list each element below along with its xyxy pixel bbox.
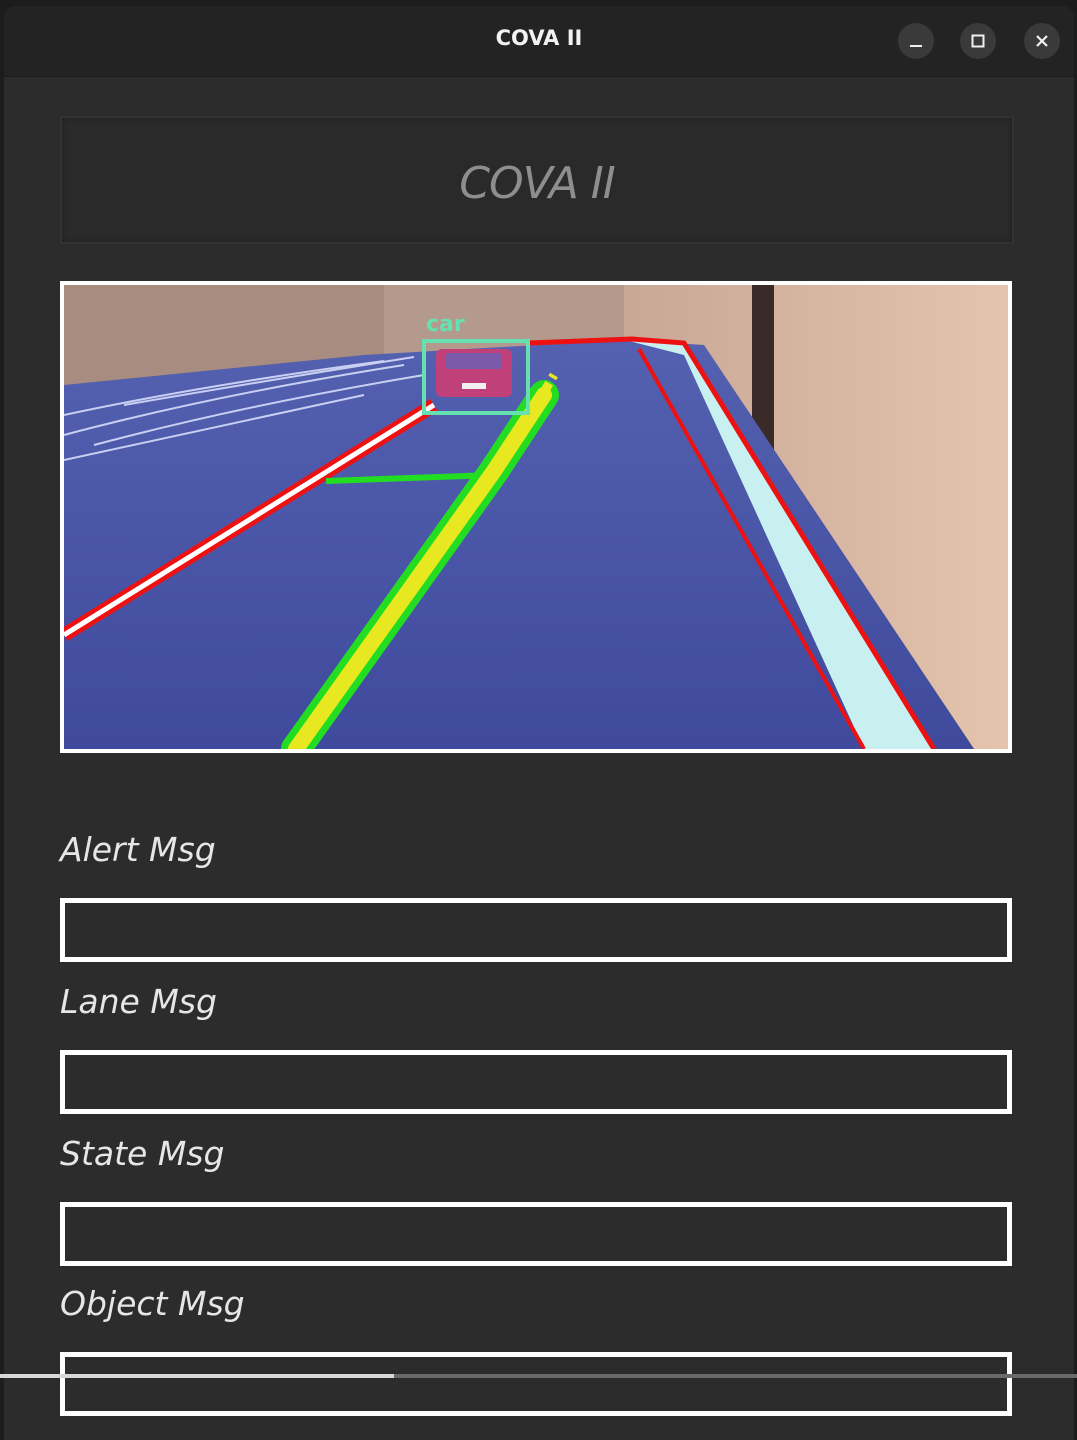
app-header: COVA II bbox=[60, 116, 1014, 244]
playback-progress-bar[interactable] bbox=[0, 1374, 1077, 1378]
title-bar[interactable]: COVA II bbox=[4, 6, 1074, 77]
lane-msg-label: Lane Msg bbox=[60, 982, 217, 1021]
maximize-icon bbox=[971, 34, 985, 48]
page-title: COVA II bbox=[459, 158, 616, 209]
alert-msg-field[interactable] bbox=[60, 898, 1012, 962]
state-msg-field[interactable] bbox=[60, 1202, 1012, 1266]
app-window: COVA II COVA II car Alert Msg Lane Msg S… bbox=[4, 6, 1074, 1440]
alert-msg-label: Alert Msg bbox=[60, 830, 216, 869]
detected-car-plate bbox=[462, 383, 486, 389]
lane-msg-field[interactable] bbox=[60, 1050, 1012, 1114]
close-button[interactable] bbox=[1024, 23, 1060, 59]
state-msg-label: State Msg bbox=[60, 1134, 225, 1173]
detection-label: car bbox=[426, 312, 465, 337]
camera-frame: car bbox=[64, 285, 1008, 749]
minimize-button[interactable] bbox=[898, 23, 934, 59]
maximize-button[interactable] bbox=[960, 23, 996, 59]
minimize-icon bbox=[910, 45, 922, 47]
object-msg-field[interactable] bbox=[60, 1352, 1012, 1416]
detected-car-window bbox=[446, 353, 502, 369]
camera-feed: car bbox=[60, 281, 1012, 753]
close-icon bbox=[1036, 35, 1048, 47]
object-msg-label: Object Msg bbox=[60, 1284, 245, 1323]
playback-progress-fill bbox=[0, 1374, 395, 1378]
